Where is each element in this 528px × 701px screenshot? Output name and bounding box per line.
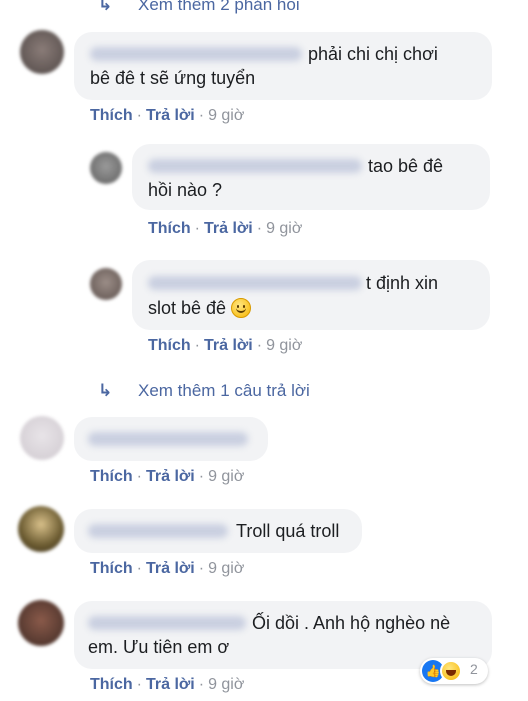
- reply-link[interactable]: Trả lời: [146, 560, 195, 577]
- avatar[interactable]: [90, 268, 122, 300]
- comment-text: tao bê đê: [368, 156, 444, 176]
- avatar[interactable]: [20, 30, 64, 74]
- comment-text: em. Ưu tiên em ơ: [88, 637, 230, 657]
- like-link[interactable]: Thích: [90, 676, 133, 693]
- haha-reaction-icon: [440, 660, 462, 682]
- comment-actions: Thích · Trả lời · 9 giờ: [90, 468, 245, 485]
- like-link[interactable]: Thích: [148, 337, 191, 354]
- comment-actions: Thích · Trả lời · 9 giờ: [90, 107, 245, 124]
- comment-text-line: slot bê đê: [148, 296, 252, 320]
- comment-text: hồi nào ?: [148, 180, 223, 200]
- reply-link[interactable]: Trả lời: [146, 468, 195, 485]
- reply-link[interactable]: Trả lời: [146, 676, 195, 693]
- commenter-name-blurred[interactable]: [148, 159, 362, 173]
- reply-link[interactable]: Trả lời: [204, 337, 253, 354]
- like-link[interactable]: Thích: [90, 107, 133, 124]
- commenter-name-blurred[interactable]: [148, 276, 362, 290]
- see-more-label: Xem thêm 1 câu trả lời: [138, 381, 310, 400]
- avatar[interactable]: [20, 416, 64, 460]
- comment-text: t định xin: [366, 273, 439, 293]
- commenter-name-blurred[interactable]: [88, 616, 246, 630]
- see-more-replies[interactable]: ↳ Xem thêm 1 câu trả lời: [98, 380, 310, 402]
- commenter-name-blurred[interactable]: [90, 47, 302, 61]
- comment-actions: Thích · Trả lời · 9 giờ: [148, 337, 303, 354]
- see-more-replies-top[interactable]: ↳ Xem thêm 2 phản hồi: [98, 0, 300, 16]
- avatar[interactable]: [18, 600, 64, 646]
- timestamp[interactable]: 9 giờ: [208, 560, 244, 577]
- like-link[interactable]: Thích: [90, 468, 133, 485]
- comment-actions: Thích · Trả lời · 9 giờ: [90, 676, 245, 693]
- reaction-summary[interactable]: 👍 2: [420, 658, 488, 684]
- avatar[interactable]: [18, 506, 64, 552]
- comment-text: Ối dồi . Anh hộ nghèo nè: [252, 613, 451, 633]
- comment-actions: Thích · Trả lời · 9 giờ: [148, 220, 303, 237]
- reply-link[interactable]: Trả lời: [146, 107, 195, 124]
- timestamp[interactable]: 9 giờ: [266, 220, 302, 237]
- see-more-label: Xem thêm 2 phản hồi: [138, 0, 300, 14]
- comment-text: phải chi chị chơi: [308, 44, 438, 64]
- like-link[interactable]: Thích: [90, 560, 133, 577]
- like-link[interactable]: Thích: [148, 220, 191, 237]
- commenter-name-blurred[interactable]: [88, 524, 228, 538]
- avatar[interactable]: [90, 152, 122, 184]
- timestamp[interactable]: 9 giờ: [208, 107, 244, 124]
- comment-actions: Thích · Trả lời · 9 giờ: [90, 560, 245, 577]
- reply-arrow-icon: ↳: [98, 381, 113, 400]
- comment-text: bê đê t sẽ ứng tuyển: [90, 68, 256, 88]
- smiling-face-emoji-icon: [231, 298, 252, 318]
- reaction-count: 2: [470, 661, 478, 677]
- reply-link[interactable]: Trả lời: [204, 220, 253, 237]
- comment-text: slot bê đê: [148, 298, 227, 318]
- comment-text: Troll quá troll: [236, 521, 340, 541]
- timestamp[interactable]: 9 giờ: [208, 676, 244, 693]
- comment-content-blurred[interactable]: [88, 432, 248, 446]
- timestamp[interactable]: 9 giờ: [208, 468, 244, 485]
- reply-arrow-icon: ↳: [98, 0, 113, 14]
- timestamp[interactable]: 9 giờ: [266, 337, 302, 354]
